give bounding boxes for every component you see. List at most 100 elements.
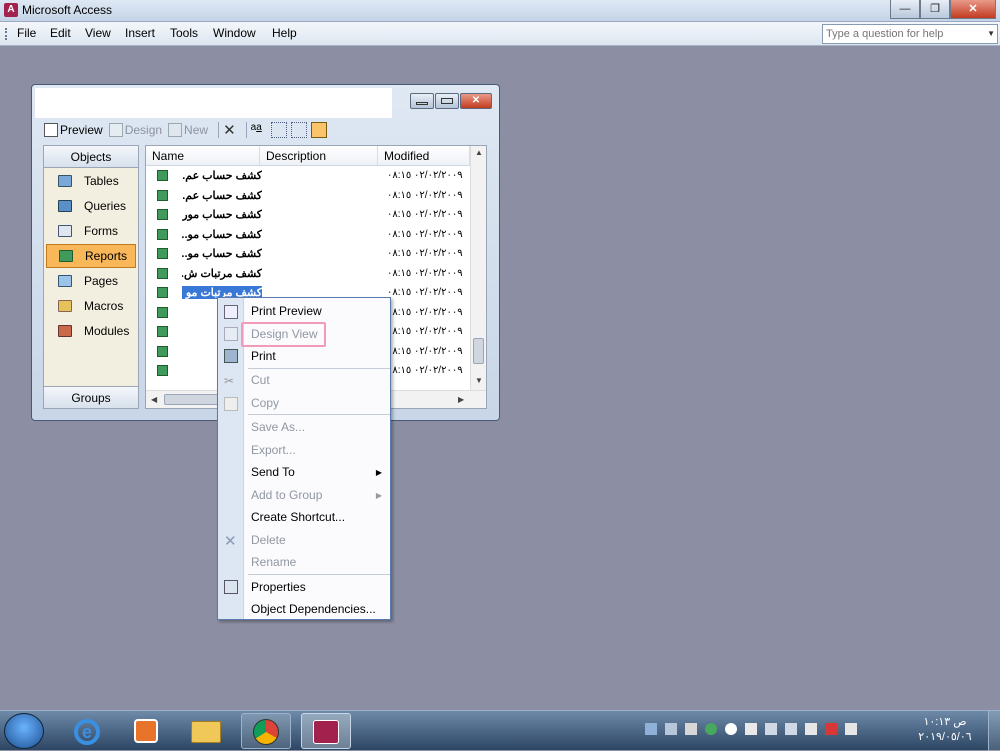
vertical-scroll-thumb[interactable] <box>473 338 484 364</box>
objects-header[interactable]: Objects <box>44 146 138 168</box>
db-restore-button[interactable] <box>435 93 459 109</box>
database-window-controls: ✕ <box>409 93 492 109</box>
details-view-icon[interactable] <box>310 122 327 138</box>
column-name[interactable]: Name <box>146 146 260 165</box>
tray-flag-icon[interactable] <box>745 723 757 735</box>
toolbar-separator <box>245 122 247 138</box>
menu-copy[interactable]: Copy <box>251 396 279 410</box>
menu-export[interactable]: Export... <box>251 443 296 457</box>
help-search-box[interactable]: ▼ <box>822 24 998 44</box>
menu-delete[interactable]: Delete <box>251 533 286 547</box>
menu-file[interactable]: File <box>17 26 36 40</box>
large-icons-view-icon[interactable]: aa <box>251 122 267 138</box>
menu-view[interactable]: View <box>85 26 111 40</box>
tray-network-icon[interactable] <box>765 723 777 735</box>
internet-explorer-icon[interactable]: e <box>62 713 112 749</box>
scroll-down-icon[interactable]: ▼ <box>475 376 483 385</box>
help-question-input[interactable] <box>823 25 981 43</box>
copy-icon <box>224 397 238 411</box>
tray-antivirus-icon[interactable] <box>825 723 837 735</box>
menu-edit[interactable]: Edit <box>50 26 71 40</box>
menu-rename[interactable]: Rename <box>251 555 296 569</box>
groups-header[interactable]: Groups <box>44 386 138 408</box>
design-button[interactable]: Design <box>108 123 162 137</box>
properties-icon <box>224 580 238 594</box>
object-reports[interactable]: Reports <box>46 244 136 268</box>
start-button[interactable] <box>4 713 44 749</box>
tray-eject-icon[interactable] <box>685 723 697 735</box>
tray-language-icon[interactable] <box>845 723 857 735</box>
horizontal-scroll-thumb[interactable] <box>164 394 219 405</box>
scroll-up-icon[interactable]: ▲ <box>475 148 483 157</box>
access-taskbar-icon[interactable] <box>301 713 351 749</box>
object-forms[interactable]: Forms <box>46 219 136 243</box>
list-column-headers: Name Description Modified <box>146 146 486 166</box>
print-preview-icon <box>224 305 238 319</box>
menu-properties[interactable]: Properties <box>251 580 306 594</box>
window-controls: — ❐ ✕ <box>890 0 996 19</box>
column-modified[interactable]: Modified <box>378 146 470 165</box>
db-minimize-button[interactable] <box>410 93 434 109</box>
scroll-left-icon[interactable]: ◀ <box>151 395 157 404</box>
menu-create-shortcut[interactable]: Create Shortcut... <box>251 510 345 524</box>
object-modules[interactable]: Modules <box>46 319 136 343</box>
table-icon <box>58 175 72 187</box>
context-menu-icon-strip <box>218 298 244 619</box>
chevron-down-icon[interactable]: ▼ <box>987 29 995 38</box>
new-button[interactable]: New <box>168 123 208 137</box>
show-desktop-button[interactable] <box>988 711 1000 751</box>
small-icons-view-icon[interactable] <box>270 122 287 138</box>
tray-arrow-icon[interactable] <box>725 723 737 735</box>
db-close-button[interactable]: ✕ <box>460 93 492 109</box>
object-pages[interactable]: Pages <box>46 269 136 293</box>
database-window-title <box>35 88 392 118</box>
list-view-icon[interactable] <box>290 122 307 138</box>
system-tray <box>645 723 865 735</box>
delete-toolbar-button[interactable]: ✕ <box>223 121 236 139</box>
restore-button[interactable]: ❐ <box>920 0 950 19</box>
menu-insert[interactable]: Insert <box>125 26 155 40</box>
tray-shield-icon[interactable] <box>705 723 717 735</box>
list-item[interactable]: كشف مرتبات ش... ٠٢/٠٢/٢٠٠٩ ٠٨:١٥ <box>146 264 486 284</box>
object-queries[interactable]: Queries <box>46 194 136 218</box>
taskbar: e ص ١٠:١٣ ٢٠١٩/٠٥/٠٦ <box>0 710 1000 751</box>
vertical-scrollbar[interactable]: ▲ ▼ <box>470 146 486 390</box>
module-icon <box>58 325 72 337</box>
preview-button[interactable]: Preview <box>44 123 103 137</box>
clock-time: ص ١٠:١٣ <box>923 716 967 728</box>
scroll-right-icon[interactable]: ▶ <box>458 395 464 404</box>
file-explorer-icon[interactable] <box>181 713 231 749</box>
list-item[interactable]: كشف حساب مو... ٠٢/٠٢/٢٠٠٩ ٠٨:١٥ <box>146 244 486 264</box>
chrome-icon[interactable] <box>241 713 291 749</box>
access-app-icon[interactable]: A <box>4 3 18 17</box>
menu-help[interactable]: Help <box>272 26 297 40</box>
column-description[interactable]: Description <box>260 146 378 165</box>
list-item[interactable]: كشف حساب عم... ٠٢/٠٢/٢٠٠٩ ٠٨:١٥ <box>146 186 486 206</box>
menu-save-as[interactable]: Save As... <box>251 420 305 434</box>
menu-tools[interactable]: Tools <box>170 26 198 40</box>
media-player-icon[interactable] <box>121 713 171 749</box>
menu-print[interactable]: Print <box>251 349 276 363</box>
preview-icon <box>44 123 58 137</box>
object-macros[interactable]: Macros <box>46 294 136 318</box>
menu-print-preview[interactable]: Print Preview <box>251 304 322 318</box>
list-item[interactable]: كشف حساب مورد ٠٢/٠٢/٢٠٠٩ ٠٨:١٥ <box>146 205 486 225</box>
tray-network-drive-icon[interactable] <box>645 723 657 735</box>
list-item[interactable]: كشف حساب مو... ٠٢/٠٢/٢٠٠٩ ٠٨:١٥ <box>146 225 486 245</box>
menu-object-dependencies[interactable]: Object Dependencies... <box>251 602 376 616</box>
delete-icon: ✕ <box>224 533 237 550</box>
menu-add-to-group[interactable]: Add to Group <box>251 488 322 502</box>
tray-wifi-icon[interactable] <box>785 723 797 735</box>
taskbar-clock[interactable]: ص ١٠:١٣ ٢٠١٩/٠٥/٠٦ <box>910 715 980 745</box>
tray-monitor-icon[interactable] <box>665 723 677 735</box>
menu-window[interactable]: Window <box>213 26 256 40</box>
report-icon <box>157 287 168 299</box>
list-item[interactable]: كشف حساب عم... ٠٢/٠٢/٢٠٠٩ ٠٨:١٥ <box>146 166 486 186</box>
menu-cut[interactable]: Cut <box>251 373 270 387</box>
close-button[interactable]: ✕ <box>950 0 996 19</box>
toolbar-grip[interactable] <box>5 28 7 40</box>
minimize-button[interactable]: — <box>890 0 920 19</box>
object-tables[interactable]: Tables <box>46 169 136 193</box>
menu-send-to[interactable]: Send To <box>251 465 295 479</box>
tray-volume-icon[interactable] <box>805 723 817 735</box>
